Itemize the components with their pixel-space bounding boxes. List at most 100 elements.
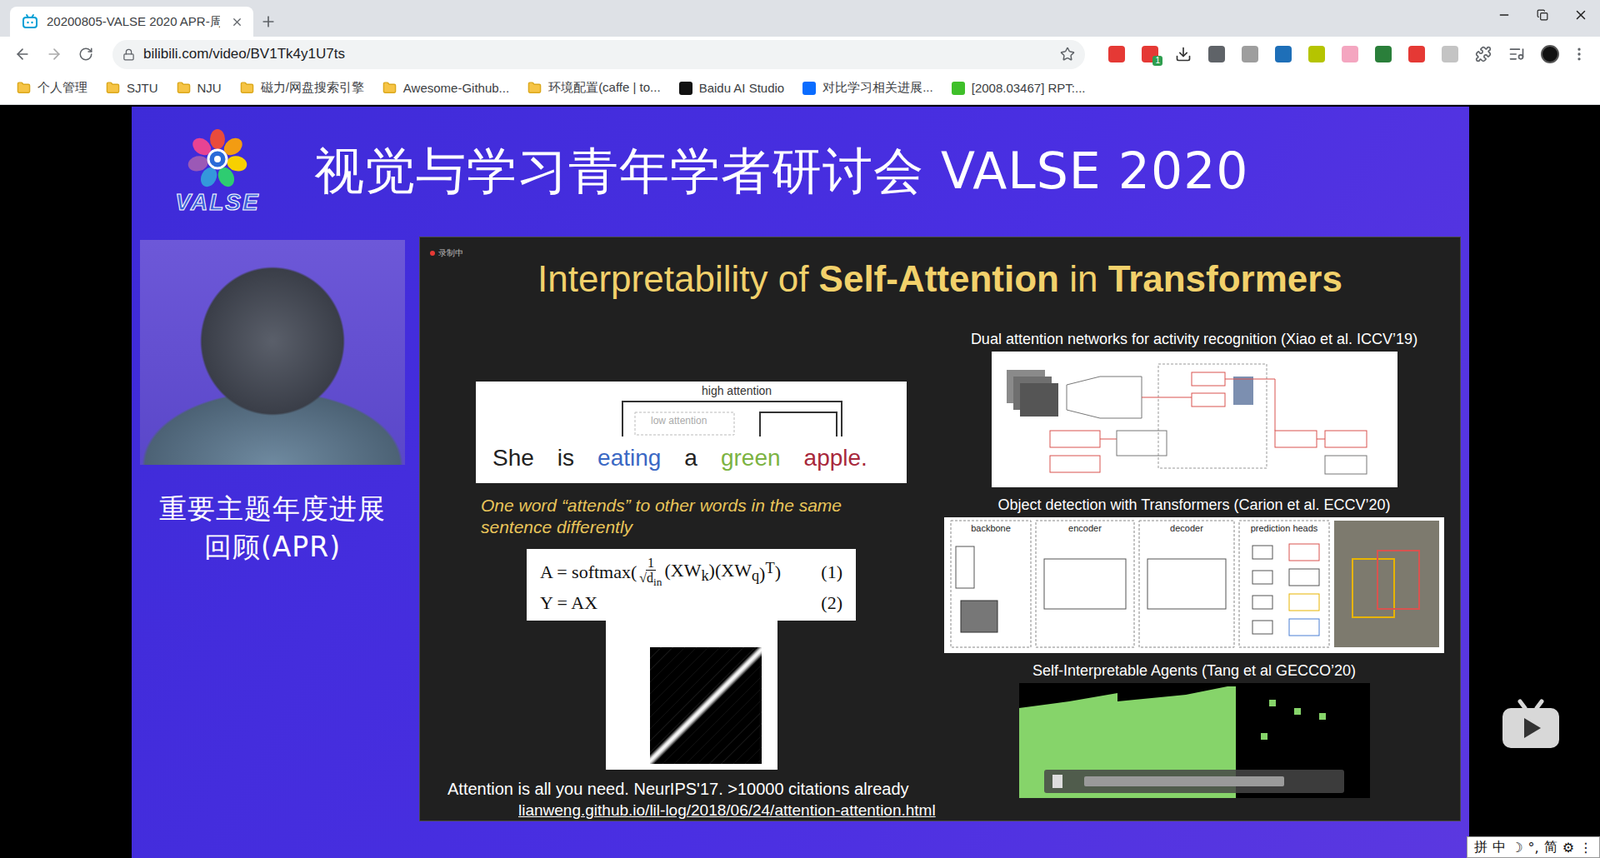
reference: Attention is all you need. NeurIPS'17. >… <box>447 780 910 800</box>
bookmark[interactable]: NJU <box>176 80 222 95</box>
extension-icon <box>1275 45 1292 63</box>
minimize-button[interactable] <box>1485 0 1524 30</box>
ime-button[interactable]: ☽ <box>1510 840 1523 856</box>
url-text: bilibili.com/video/BV1Tk4y1U7ts <box>143 45 1052 63</box>
speaker-video <box>140 240 405 465</box>
figure-video[interactable] <box>1019 683 1370 799</box>
ime-button[interactable]: 中 <box>1492 839 1506 857</box>
formula: A = softmax(1√din(XWk)(XWq)T)(1)Y = AX(2… <box>526 549 856 621</box>
toolbar: bilibili.com/video/BV1Tk4y1U7ts 1 <box>0 36 1600 72</box>
figure-title: Object detection with Transformers (Cari… <box>997 496 1390 515</box>
bookmark[interactable]: Awesome-Github... <box>382 80 510 95</box>
reference-link[interactable]: lianweng.github.io/lil-log/2018/06/24/at… <box>518 801 936 820</box>
media-icon <box>1508 45 1525 63</box>
close-icon <box>1573 7 1589 23</box>
attention-heatmap <box>605 620 778 770</box>
back-button[interactable] <box>8 40 37 69</box>
bookmark[interactable]: 环境配置(caffe | to... <box>527 80 661 96</box>
ime-button[interactable]: 简 <box>1544 839 1558 857</box>
folder-icon <box>105 80 120 95</box>
reload-button[interactable] <box>71 40 100 69</box>
extension-button[interactable] <box>1100 40 1134 69</box>
close-window-button[interactable] <box>1561 0 1600 30</box>
lock-icon <box>122 48 135 61</box>
bilibili-icon <box>21 13 39 30</box>
sentence: Sheiseatingagreenapple. <box>492 445 868 472</box>
extension-badge: 1 <box>1152 55 1163 66</box>
svg-text:decoder: decoder <box>1170 523 1204 534</box>
minimize-icon <box>1497 8 1511 22</box>
dual-attention-diagram-icon <box>991 351 1398 488</box>
extension-button[interactable] <box>1233 40 1267 69</box>
extension-button[interactable] <box>1200 40 1234 69</box>
restore-icon <box>1536 9 1549 21</box>
left-column: high attentionlow attentionSheiseatingag… <box>447 320 935 821</box>
extension-button[interactable] <box>1533 40 1567 69</box>
extension-button[interactable] <box>1300 40 1334 69</box>
arrow-right-icon <box>45 45 63 63</box>
attention-sentence-figure: high attentionlow attentionSheiseatingag… <box>475 381 907 484</box>
figure-diagram <box>991 351 1398 488</box>
agent-video-frame-icon <box>1019 683 1370 799</box>
bookmark[interactable]: 个人管理 <box>16 80 88 96</box>
detr-pipeline-diagram-icon: backboneencoderdecoderprediction heads <box>944 517 1445 654</box>
ime-button[interactable]: ⚙ <box>1562 840 1575 856</box>
ime-button[interactable]: °, <box>1528 840 1540 856</box>
equation: Y = AX(2) <box>540 592 843 615</box>
forward-button[interactable] <box>40 40 69 69</box>
star-icon[interactable] <box>1060 46 1075 62</box>
extension-icon <box>1241 45 1259 63</box>
ime-button[interactable]: ⋮ <box>1579 840 1593 856</box>
extension-icon <box>1108 45 1125 63</box>
extension-button[interactable] <box>1333 40 1367 69</box>
reload-icon <box>78 46 94 62</box>
right-column: Dual attention networks for activity rec… <box>935 320 1454 821</box>
extension-button[interactable] <box>1500 40 1534 69</box>
address-bar[interactable]: bilibili.com/video/BV1Tk4y1U7ts <box>112 40 1085 70</box>
valse-logo: VALSE <box>163 127 272 216</box>
folder-icon <box>527 80 542 95</box>
figure-caption: One word “attends” to other words in the… <box>475 495 907 540</box>
slide-frame: VALSE 视觉与学习青年学者研讨会 VALSE 2020 重要主题年度进展回顾(A… <box>131 106 1470 858</box>
ime-button[interactable]: 拼 <box>1474 839 1488 857</box>
bookmark[interactable]: 对比学习相关进展... <box>802 80 934 96</box>
close-tab-button[interactable] <box>228 13 245 30</box>
bookmark[interactable]: [2008.03467] RPT:... <box>951 80 1086 95</box>
video-player[interactable]: VALSE 视觉与学习青年学者研讨会 VALSE 2020 重要主题年度进展回顾(A… <box>0 105 1600 858</box>
extension-button[interactable] <box>1166 40 1200 69</box>
browser-tab[interactable]: 20200805-VALSE 2020 APR-周 <box>10 6 254 37</box>
extension-button[interactable] <box>1466 40 1500 69</box>
extension-button[interactable] <box>1400 40 1434 69</box>
figure-title: Dual attention networks for activity rec… <box>970 330 1418 349</box>
site-icon <box>951 81 965 95</box>
extension-icon <box>1308 45 1325 63</box>
profile-avatar-icon <box>1540 45 1560 64</box>
extension-button[interactable] <box>1266 40 1300 69</box>
conference-title: 视觉与学习青年学者研讨会 VALSE 2020 <box>314 138 1250 206</box>
fraction: 1√din <box>639 555 662 590</box>
ime-toolbar: 拼中☽ °,简⚙⋮ <box>1466 836 1600 858</box>
extension-button[interactable]: 1 <box>1133 40 1167 69</box>
extension-icon <box>1441 45 1459 63</box>
extension-icon <box>1341 45 1359 63</box>
bookmark[interactable]: Baidu AI Studio <box>679 80 785 95</box>
menu-button[interactable] <box>1566 40 1592 69</box>
extension-icon <box>1208 45 1225 63</box>
slide-header: VALSE 视觉与学习青年学者研讨会 VALSE 2020 <box>131 106 1470 237</box>
new-tab-button[interactable] <box>253 6 284 37</box>
figure-pipeline: backboneencoderdecoderprediction heads <box>944 517 1445 654</box>
extension-button[interactable] <box>1366 40 1400 69</box>
svg-text:prediction heads: prediction heads <box>1250 523 1319 534</box>
extension-button[interactable] <box>1433 40 1467 69</box>
close-icon <box>230 15 244 29</box>
site-icon <box>802 81 816 95</box>
bookmark[interactable]: SJTU <box>105 80 159 95</box>
more-icon <box>1570 45 1588 63</box>
folder-icon <box>240 80 255 95</box>
play-tv-icon[interactable] <box>1500 698 1562 752</box>
bookmark[interactable]: 磁力/网盘搜索引擎 <box>240 80 365 96</box>
session-title: 重要主题年度进展回顾(APR) <box>159 490 386 567</box>
restore-button[interactable] <box>1523 0 1562 30</box>
arrow-left-icon <box>14 45 31 63</box>
equation: A = softmax(1√din(XWk)(XWq)T)(1) <box>540 555 843 590</box>
